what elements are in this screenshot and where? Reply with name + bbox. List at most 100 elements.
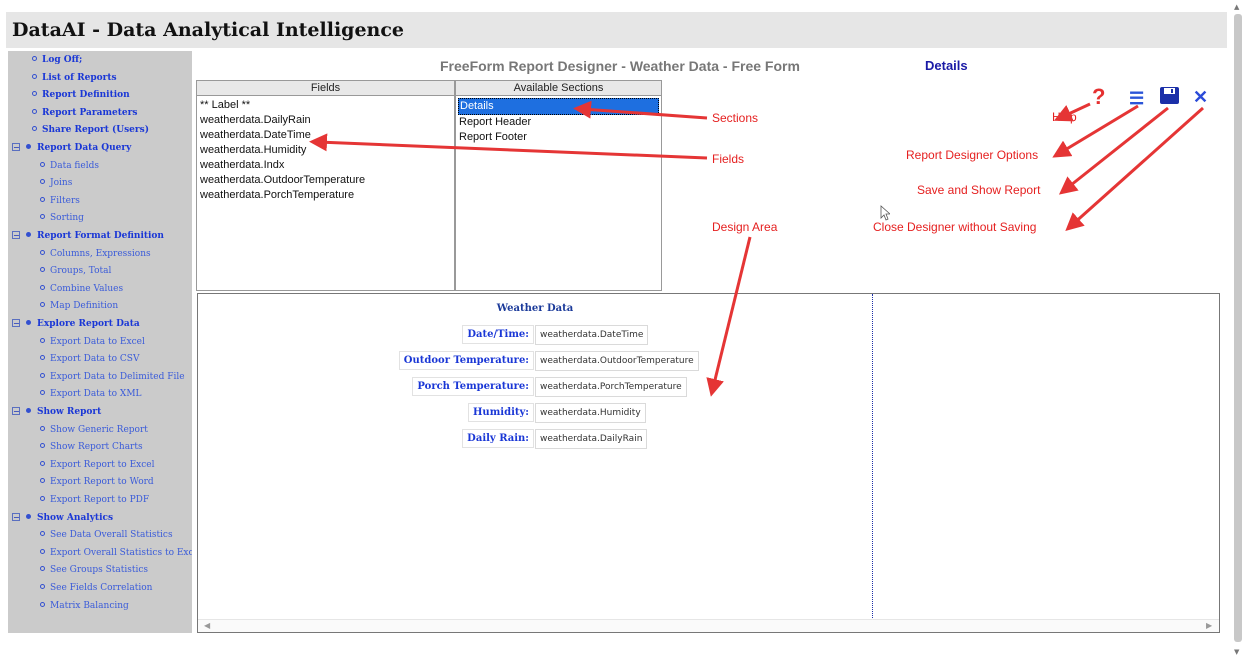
sidebar-item-filters[interactable]: Filters <box>40 195 80 207</box>
sidebar-item-report-data-query[interactable]: − Report Data Query <box>12 142 131 154</box>
callout-design-area: Design Area <box>712 220 778 234</box>
sidebar-item-export-data-to-csv[interactable]: Export Data to CSV <box>40 353 139 365</box>
sidebar-item-joins[interactable]: Joins <box>40 177 72 189</box>
design-field-label[interactable]: Humidity: <box>467 403 534 422</box>
design-hscrollbar[interactable]: ◀ ▶ <box>198 619 1219 632</box>
design-field-value[interactable]: weatherdata.DateTime <box>535 325 649 345</box>
design-divider[interactable] <box>872 294 873 632</box>
design-field-value[interactable]: weatherdata.DailyRain <box>535 429 648 449</box>
collapse-icon[interactable]: − <box>12 231 20 239</box>
bullet-icon <box>32 126 37 132</box>
field-item[interactable]: ** Label ** <box>197 98 454 113</box>
sidebar-item-label: Report Parameters <box>42 107 138 118</box>
sidebar-item-export-overall-statistics-to-exce[interactable]: Export Overall Statistics to Exce <box>40 547 192 559</box>
mouse-cursor-icon <box>880 205 890 221</box>
scroll-down-icon[interactable]: ▼ <box>1234 648 1239 656</box>
sidebar-item-see-data-overall-statistics[interactable]: See Data Overall Statistics <box>40 529 173 541</box>
sidebar-item-label: Share Report (Users) <box>42 125 149 136</box>
sidebar-item-show-analytics[interactable]: − Show Analytics <box>12 512 113 524</box>
bullet-icon <box>32 56 37 61</box>
sidebar-item-label: Log Off; <box>42 55 83 65</box>
sidebar-item-list-of-reports[interactable]: List of Reports <box>32 72 117 84</box>
callout-close: Close Designer without Saving <box>873 220 1037 234</box>
sidebar-item-map-definition[interactable]: Map Definition <box>40 300 118 312</box>
design-field-label[interactable]: Daily Rain: <box>462 429 534 448</box>
sidebar-item-export-report-to-excel[interactable]: Export Report to Excel <box>40 459 154 471</box>
design-heading[interactable]: Weather Data <box>198 303 872 314</box>
scroll-up-icon[interactable]: ▲ <box>1234 3 1239 11</box>
sidebar-item-label: Matrix Balancing <box>50 600 129 611</box>
sidebar-item-log-off[interactable]: Log Off; <box>32 54 82 66</box>
question-mark-icon[interactable]: ? <box>1092 84 1105 110</box>
sidebar-item-report-definition[interactable]: Report Definition <box>32 89 130 101</box>
design-field-value[interactable]: weatherdata.PorchTemperature <box>535 377 687 397</box>
scroll-right-icon[interactable]: ▶ <box>1206 621 1212 630</box>
arrow-close <box>1065 106 1204 231</box>
close-x-icon[interactable]: ✕ <box>1193 87 1208 108</box>
sidebar-item-label: Export Data to Excel <box>50 336 145 347</box>
collapse-icon[interactable]: − <box>12 512 20 521</box>
section-item-report-footer[interactable]: Report Footer <box>456 130 661 145</box>
sidebar-item-label: Report Format Definition <box>37 231 164 241</box>
bullet-icon <box>40 249 45 255</box>
callout-help: Help <box>1052 110 1077 124</box>
bullet-icon <box>32 108 37 114</box>
sidebar-item-label: Export Overall Statistics to Exce <box>50 547 192 558</box>
design-area[interactable]: Weather Data Date/Time: weatherdata.DateT… <box>197 293 1220 633</box>
field-item[interactable]: weatherdata.DailyRain <box>197 113 454 128</box>
sidebar-item-see-groups-statistics[interactable]: See Groups Statistics <box>40 564 148 576</box>
design-field-label[interactable]: Date/Time: <box>462 325 534 344</box>
sidebar-item-data-fields[interactable]: Data fields <box>40 160 99 172</box>
designer-title: FreeForm Report Designer - Weather Data … <box>440 58 800 74</box>
sidebar-item-share-report-users[interactable]: Share Report (Users) <box>32 124 149 136</box>
sidebar-nav: Log Off; List of Reports Report Definition… <box>8 51 192 633</box>
bullet-icon <box>26 144 31 149</box>
sidebar-item-explore-report-data[interactable]: − Explore Report Data <box>12 318 140 330</box>
sidebar-item-label: List of Reports <box>42 72 117 83</box>
field-item[interactable]: weatherdata.DateTime <box>197 128 454 143</box>
sidebar-item-export-data-to-xml[interactable]: Export Data to XML <box>40 388 142 400</box>
sidebar-item-label: Show Report Charts <box>50 442 143 453</box>
fields-listbox[interactable]: Fields ** Label ** weatherdata.DailyRain w… <box>196 80 455 291</box>
field-item[interactable]: weatherdata.Indx <box>197 158 454 173</box>
sidebar-item-export-data-to-delimited-file[interactable]: Export Data to Delimited File <box>40 371 185 383</box>
sidebar-item-label: Combine Values <box>50 283 124 294</box>
section-item-details[interactable]: Details <box>458 98 659 115</box>
sidebar-item-export-report-to-pdf[interactable]: Export Report to PDF <box>40 494 149 506</box>
design-field-label[interactable]: Outdoor Temperature: <box>398 351 534 370</box>
sidebar-item-export-report-to-word[interactable]: Export Report to Word <box>40 476 154 488</box>
field-item[interactable]: weatherdata.OutdoorTemperature <box>197 173 454 188</box>
page-scrollbar[interactable]: ▲ ▼ <box>1231 0 1245 661</box>
sidebar-item-show-generic-report[interactable]: Show Generic Report <box>40 424 148 436</box>
callout-save: Save and Show Report <box>917 183 1041 197</box>
field-item[interactable]: weatherdata.Humidity <box>197 143 454 158</box>
scroll-left-icon[interactable]: ◀ <box>204 621 210 630</box>
collapse-icon[interactable]: − <box>12 319 20 327</box>
sidebar-item-label: Export Report to PDF <box>50 495 150 505</box>
hamburger-menu-icon[interactable]: ☰ <box>1129 89 1144 109</box>
sidebar-item-label: Export Data to Delimited File <box>50 371 185 382</box>
sidebar-item-sorting[interactable]: Sorting <box>40 212 84 224</box>
sidebar-item-groups-total[interactable]: Groups, Total <box>40 265 111 277</box>
sidebar-item-columns-expressions[interactable]: Columns, Expressions <box>40 248 151 260</box>
sidebar-item-export-data-to-excel[interactable]: Export Data to Excel <box>40 336 145 348</box>
sidebar-item-report-format-definition[interactable]: − Report Format Definition <box>12 230 164 242</box>
sidebar-item-label: Groups, Total <box>50 266 112 277</box>
sidebar-item-see-fields-correlation[interactable]: See Fields Correlation <box>40 582 152 594</box>
scrollbar-thumb[interactable] <box>1234 14 1242 642</box>
sidebar-item-report-parameters[interactable]: Report Parameters <box>32 107 137 119</box>
collapse-icon[interactable]: − <box>12 407 20 415</box>
sidebar-item-matrix-balancing[interactable]: Matrix Balancing <box>40 600 129 612</box>
sidebar-item-combine-values[interactable]: Combine Values <box>40 283 123 295</box>
sidebar-item-show-report-charts[interactable]: Show Report Charts <box>40 441 143 453</box>
design-field-label[interactable]: Porch Temperature: <box>412 377 534 396</box>
sidebar-item-show-report[interactable]: − Show Report <box>12 406 101 418</box>
sections-listbox[interactable]: Available Sections Details Report Header R… <box>455 80 662 291</box>
design-field-value[interactable]: weatherdata.Humidity <box>535 403 646 423</box>
field-item[interactable]: weatherdata.PorchTemperature <box>197 188 454 203</box>
design-field-value[interactable]: weatherdata.OutdoorTemperature <box>535 351 699 371</box>
sidebar-item-label: Show Analytics <box>37 512 114 523</box>
collapse-icon[interactable]: − <box>12 143 20 151</box>
section-item-report-header[interactable]: Report Header <box>456 115 661 130</box>
floppy-disk-icon[interactable] <box>1160 87 1179 104</box>
